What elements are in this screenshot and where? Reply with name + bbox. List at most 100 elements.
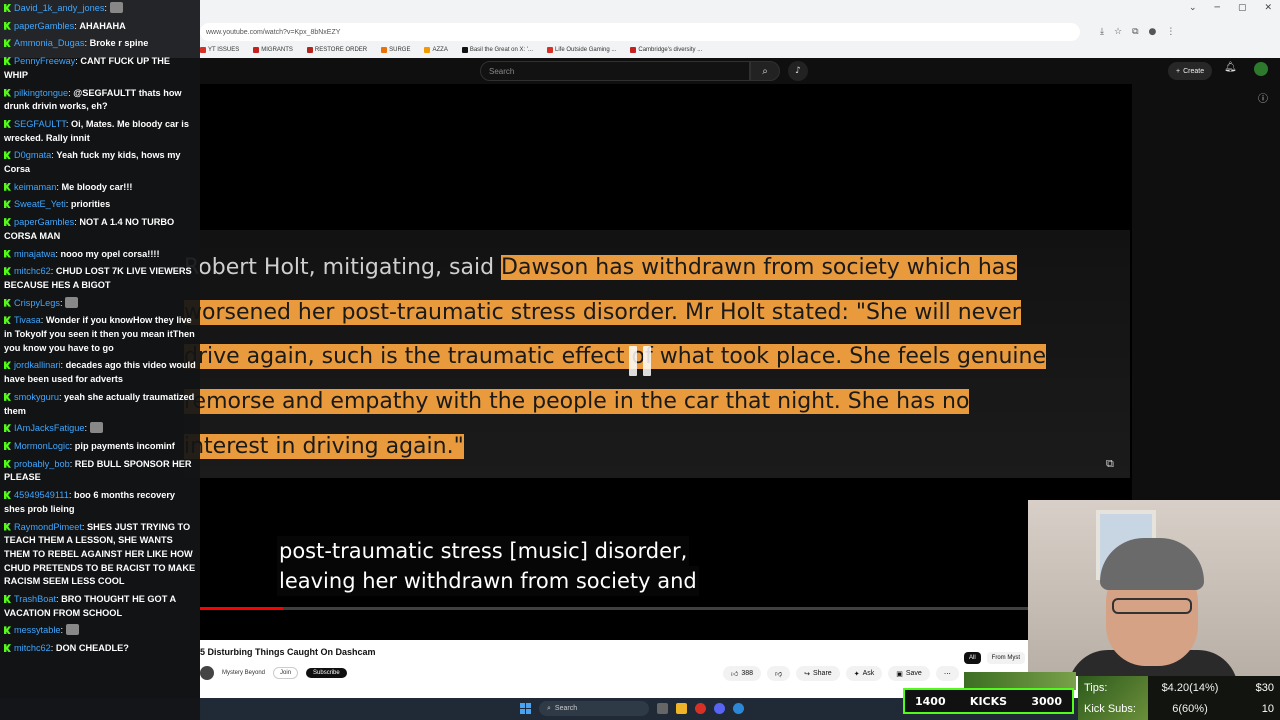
chat-username[interactable]: SEGFAULTT bbox=[14, 119, 66, 129]
close-icon[interactable]: ✕ bbox=[1264, 3, 1272, 13]
join-button[interactable]: Join bbox=[273, 667, 299, 679]
bookmark-item[interactable]: MIGRANTS bbox=[253, 47, 293, 53]
like-button[interactable]: 👍︎ 388 bbox=[723, 666, 762, 681]
search-icon[interactable]: ⌕ bbox=[750, 61, 780, 81]
chat-separator: : bbox=[60, 625, 66, 636]
tips-goal-panel: Tips: $4.20(14%) $30 Kick Subs: 6(60%) 1… bbox=[1078, 676, 1280, 720]
kick-badge-icon bbox=[4, 644, 11, 653]
profile-icon[interactable]: ● bbox=[1149, 27, 1157, 37]
share-button[interactable]: ↪ Share bbox=[796, 666, 840, 681]
chat-username[interactable]: probably_bob bbox=[14, 459, 70, 469]
chat-username[interactable]: jordkallinari bbox=[14, 360, 60, 370]
chat-username[interactable]: paperGambles bbox=[14, 21, 74, 31]
chat-username[interactable]: 45949549111 bbox=[14, 490, 69, 500]
minimize-icon[interactable]: ─ bbox=[1215, 3, 1220, 13]
bookmark-favicon-icon bbox=[424, 47, 431, 53]
avatar[interactable] bbox=[1254, 62, 1268, 76]
kicks-current: 1400 bbox=[915, 694, 946, 708]
extensions-icon[interactable]: ⧉ bbox=[1132, 27, 1138, 37]
chat-username[interactable]: keimaman bbox=[14, 182, 56, 192]
chat-username[interactable]: pilkingtongue bbox=[14, 88, 68, 98]
chat-message: keimaman: Me bloody car!!! bbox=[0, 179, 200, 197]
create-button[interactable]: + Create bbox=[1168, 62, 1213, 80]
bookmark-item[interactable]: AZZA bbox=[424, 47, 448, 53]
kick-badge-icon bbox=[4, 595, 11, 604]
task-view-icon[interactable] bbox=[657, 703, 668, 714]
thumbs-up-icon: 👍︎ bbox=[731, 671, 739, 678]
caption-line-2: leaving her withdrawn from society and bbox=[277, 566, 699, 596]
info-icon[interactable]: ⓘ bbox=[1258, 90, 1268, 105]
discord-icon[interactable] bbox=[714, 703, 725, 714]
chat-username[interactable]: Tivasa bbox=[14, 315, 41, 325]
more-button[interactable]: ⋯ bbox=[935, 666, 959, 681]
chat-username[interactable]: TrashBoat bbox=[14, 594, 56, 604]
pause-icon[interactable] bbox=[627, 346, 653, 376]
chat-username[interactable]: IAmJacksFatigue bbox=[14, 423, 84, 433]
chat-username[interactable]: PennyFreeway bbox=[14, 56, 75, 66]
chat-message: minajatwa: nooo my opel corsa!!!! bbox=[0, 246, 200, 264]
bookmark-favicon-icon bbox=[200, 47, 206, 53]
document-line-5: interest in driving again." bbox=[184, 432, 464, 462]
chat-username[interactable]: minajatwa bbox=[14, 249, 55, 259]
filter-all[interactable]: All bbox=[964, 652, 981, 664]
kick-badge-icon bbox=[4, 316, 11, 325]
kick-badge-icon bbox=[4, 88, 11, 97]
app-icon[interactable] bbox=[733, 703, 744, 714]
kick-badge-icon bbox=[4, 182, 11, 191]
filter-from-channel[interactable]: From Myst bbox=[986, 652, 1026, 664]
microphone-icon[interactable]: ♪ bbox=[788, 61, 808, 81]
chat-text: nooo my opel corsa!!!! bbox=[60, 248, 160, 259]
ask-button[interactable]: ✦ Ask bbox=[845, 666, 883, 681]
chrome-icon[interactable] bbox=[695, 703, 706, 714]
chat-username[interactable]: smokyguru bbox=[14, 392, 59, 402]
download-icon[interactable]: ⤓ bbox=[1100, 27, 1104, 37]
bell-icon[interactable]: 🔔︎ bbox=[1224, 62, 1237, 73]
search-input[interactable]: Search bbox=[480, 61, 750, 81]
chat-username[interactable]: CrispyLegs bbox=[14, 298, 60, 308]
chat-username[interactable]: mitchc62 bbox=[14, 266, 51, 276]
ask-label: Ask bbox=[862, 670, 875, 677]
bookmark-item[interactable]: Cambridge's diversity ... bbox=[630, 47, 702, 53]
kick-badge-icon bbox=[4, 491, 11, 500]
chat-username[interactable]: paperGambles bbox=[14, 217, 74, 227]
address-bar: www.youtube.com/watch?v=Kpx_8bNxEZY ⤓ ☆ … bbox=[200, 22, 1280, 42]
channel-avatar[interactable] bbox=[200, 666, 214, 680]
subscribe-button[interactable]: Subscribe bbox=[306, 668, 347, 678]
chat-username[interactable]: mitchc62 bbox=[14, 643, 51, 653]
bookmark-favicon-icon bbox=[381, 47, 388, 53]
chat-username[interactable]: RaymondPimeet bbox=[14, 522, 82, 532]
bookmark-item[interactable]: Life Outside Gaming ... bbox=[547, 47, 616, 53]
chat-username[interactable]: David_1k_andy_jones bbox=[14, 3, 104, 13]
kick-badge-icon bbox=[4, 441, 11, 450]
chat-username[interactable]: messytable bbox=[14, 625, 60, 635]
miniplayer-icon[interactable]: ⧉ bbox=[1106, 457, 1114, 471]
save-button[interactable]: ▣ Save bbox=[888, 666, 930, 681]
chat-username[interactable]: Ammonia_Dugas bbox=[14, 38, 84, 48]
chevron-down-icon[interactable]: ⌄ bbox=[1189, 3, 1197, 13]
url-field[interactable]: www.youtube.com/watch?v=Kpx_8bNxEZY bbox=[200, 23, 1080, 41]
chat-message: RaymondPimeet: SHES JUST TRYING TO TEACH… bbox=[0, 519, 200, 592]
kick-badge-icon bbox=[4, 361, 11, 370]
bookmark-star-icon[interactable]: ☆ bbox=[1114, 27, 1122, 37]
bookmark-item[interactable]: RESTORE ORDER bbox=[306, 47, 367, 53]
chat-text: AHAHAHA bbox=[79, 20, 126, 31]
windows-start-icon[interactable] bbox=[520, 703, 531, 714]
bookmark-item[interactable]: Basil the Great on X: '... bbox=[461, 47, 533, 53]
channel-name[interactable]: Mystery Beyond bbox=[222, 670, 265, 676]
bookmark-item[interactable]: SURGE bbox=[381, 47, 410, 53]
bookmark-label: AZZA bbox=[432, 47, 448, 53]
chat-username[interactable]: SweatE_Yeti bbox=[14, 199, 66, 209]
bookmark-item[interactable]: YT ISSUES bbox=[200, 47, 239, 53]
dislike-button[interactable]: 👎︎ bbox=[767, 666, 791, 681]
tips-value: $4.20(14%) bbox=[1161, 682, 1219, 694]
menu-dots-icon[interactable]: ⋮ bbox=[1166, 27, 1175, 37]
chat-separator: : bbox=[84, 423, 90, 434]
action-buttons: 👍︎ 388 👎︎ ↪ Share ✦ Ask ▣ Save ⋯ bbox=[723, 666, 959, 681]
kick-badge-icon bbox=[4, 424, 11, 433]
file-explorer-icon[interactable] bbox=[676, 703, 687, 714]
progress-bar[interactable] bbox=[200, 607, 1028, 610]
maximize-icon[interactable]: ▢ bbox=[1238, 3, 1247, 13]
taskbar-search[interactable]: ⌕ Search bbox=[539, 701, 649, 716]
chat-username[interactable]: MormonLogic bbox=[14, 441, 70, 451]
chat-username[interactable]: D0gmata bbox=[14, 150, 51, 160]
